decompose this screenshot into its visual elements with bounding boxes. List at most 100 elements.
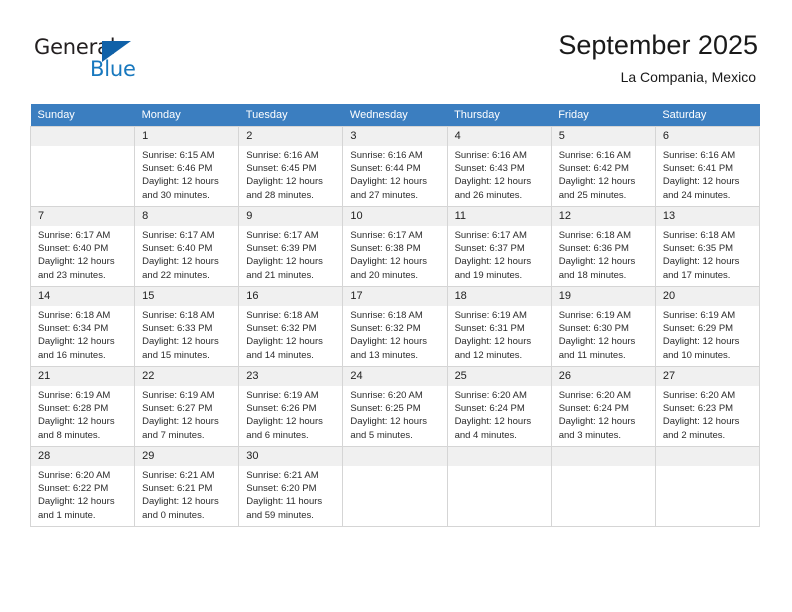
- calendar-day-cell[interactable]: 1 Sunrise: 6:15 AM Sunset: 6:46 PM Daylight…: [134, 126, 240, 207]
- calendar-day-cell[interactable]: 23 Sunrise: 6:19 AM Sunset: 6:26 PM Dayligh…: [238, 366, 344, 447]
- calendar-day-cell[interactable]: 27 Sunrise: 6:20 AM Sunset: 6:23 PM Dayligh…: [654, 366, 761, 447]
- calendar-cell-empty: [550, 446, 656, 527]
- calendar-cell-inner: 8 Sunrise: 6:17 AM Sunset: 6:40 PM Daylight…: [135, 207, 239, 282]
- calendar-day-cell[interactable]: 10 Sunrise: 6:17 AM Sunset: 6:38 PM Dayligh…: [342, 206, 448, 287]
- sunrise-text: Sunrise: 6:17 AM: [142, 230, 215, 241]
- daylight-text-line2: and 30 minutes.: [142, 189, 210, 201]
- day-number: 21: [31, 367, 135, 386]
- calendar-day-cell[interactable]: 11 Sunrise: 6:17 AM Sunset: 6:37 PM Dayligh…: [446, 206, 552, 287]
- calendar-day-cell[interactable]: 29 Sunrise: 6:21 AM Sunset: 6:21 PM Dayligh…: [134, 446, 240, 527]
- day-number: 15: [135, 287, 239, 306]
- calendar-day-cell[interactable]: 6 Sunrise: 6:16 AM Sunset: 6:41 PM Daylight…: [654, 126, 761, 207]
- sunrise-text: Sunrise: 6:21 AM: [246, 470, 319, 481]
- calendar-day-cell[interactable]: 19 Sunrise: 6:19 AM Sunset: 6:30 PM Dayligh…: [550, 286, 656, 367]
- daylight-text-line1: Daylight: 12 hours: [454, 256, 532, 268]
- calendar-day-cell[interactable]: 2 Sunrise: 6:16 AM Sunset: 6:45 PM Daylight…: [238, 126, 344, 207]
- sunset-text: Sunset: 6:37 PM: [454, 243, 525, 255]
- calendar-day-cell[interactable]: 16 Sunrise: 6:18 AM Sunset: 6:32 PM Dayligh…: [238, 286, 344, 367]
- daylight-text-line2: and 24 minutes.: [662, 189, 731, 201]
- sunrise-text: Sunrise: 6:18 AM: [38, 310, 111, 321]
- calendar-cell-inner: 6 Sunrise: 6:16 AM Sunset: 6:41 PM Daylight…: [655, 127, 759, 202]
- sunrise-text: Sunrise: 6:17 AM: [38, 230, 111, 241]
- calendar-cell-inner: 25 Sunrise: 6:20 AM Sunset: 6:24 PM Dayligh…: [447, 367, 551, 442]
- day-number: 23: [239, 367, 343, 386]
- calendar-day-cell[interactable]: 8 Sunrise: 6:17 AM Sunset: 6:40 PM Daylight…: [134, 206, 240, 287]
- daylight-text-line1: Daylight: 12 hours: [38, 256, 115, 268]
- sunrise-text: Sunrise: 6:20 AM: [454, 390, 527, 401]
- calendar-day-cell[interactable]: 13 Sunrise: 6:18 AM Sunset: 6:35 PM Dayligh…: [654, 206, 761, 287]
- daylight-text-line2: and 4 minutes.: [454, 429, 517, 441]
- calendar-day-cell[interactable]: 22 Sunrise: 6:19 AM Sunset: 6:27 PM Dayligh…: [134, 366, 240, 447]
- sunset-text: Sunset: 6:43 PM: [454, 163, 525, 175]
- calendar-cell-inner: 16 Sunrise: 6:18 AM Sunset: 6:32 PM Dayligh…: [239, 287, 343, 362]
- day-sun-info: Sunrise: 6:18 AM Sunset: 6:36 PM Daylight:…: [552, 226, 655, 282]
- calendar-day-cell[interactable]: 9 Sunrise: 6:17 AM Sunset: 6:39 PM Daylight…: [238, 206, 344, 287]
- calendar-cell-inner: [447, 447, 551, 466]
- daylight-text-line1: Daylight: 12 hours: [350, 336, 427, 348]
- calendar-day-cell[interactable]: 28 Sunrise: 6:20 AM Sunset: 6:22 PM Dayligh…: [29, 446, 136, 527]
- day-number: 22: [135, 367, 239, 386]
- calendar-cell-inner: 17 Sunrise: 6:18 AM Sunset: 6:32 PM Dayligh…: [343, 287, 447, 362]
- day-sun-info: Sunrise: 6:16 AM Sunset: 6:41 PM Daylight:…: [656, 146, 759, 202]
- calendar-day-cell[interactable]: 14 Sunrise: 6:18 AM Sunset: 6:34 PM Dayligh…: [29, 286, 136, 367]
- calendar-cell-empty: [654, 446, 761, 527]
- day-sun-info: Sunrise: 6:17 AM Sunset: 6:39 PM Daylight:…: [239, 226, 342, 282]
- title-block: September 2025 La Compania, Mexico: [558, 30, 758, 86]
- sunrise-text: Sunrise: 6:20 AM: [350, 390, 423, 401]
- calendar-week-row: 1 Sunrise: 6:15 AM Sunset: 6:46 PM Daylight…: [29, 126, 761, 207]
- sunrise-text: Sunrise: 6:18 AM: [662, 230, 736, 241]
- daylight-text-line2: and 14 minutes.: [246, 349, 314, 361]
- day-sun-info: Sunrise: 6:18 AM Sunset: 6:32 PM Daylight:…: [343, 306, 446, 362]
- day-number: 13: [655, 207, 759, 226]
- daylight-text-line2: and 22 minutes.: [142, 269, 210, 281]
- sunrise-text: Sunrise: 6:19 AM: [454, 310, 527, 321]
- daylight-text-line1: Daylight: 12 hours: [142, 416, 219, 428]
- calendar-day-cell[interactable]: 20 Sunrise: 6:19 AM Sunset: 6:29 PM Dayligh…: [654, 286, 761, 367]
- calendar-day-cell[interactable]: 7 Sunrise: 6:17 AM Sunset: 6:40 PM Daylight…: [29, 206, 136, 287]
- day-sun-info: Sunrise: 6:17 AM Sunset: 6:40 PM Daylight:…: [135, 226, 238, 282]
- day-number: 12: [551, 207, 655, 226]
- calendar-day-cell[interactable]: 5 Sunrise: 6:16 AM Sunset: 6:42 PM Daylight…: [550, 126, 656, 207]
- calendar-cell-inner: 18 Sunrise: 6:19 AM Sunset: 6:31 PM Dayligh…: [447, 287, 551, 362]
- calendar-day-cell[interactable]: 18 Sunrise: 6:19 AM Sunset: 6:31 PM Dayligh…: [446, 286, 552, 367]
- daylight-text-line1: Daylight: 12 hours: [142, 256, 219, 268]
- calendar-day-cell[interactable]: 30 Sunrise: 6:21 AM Sunset: 6:20 PM Dayligh…: [238, 446, 344, 527]
- sunset-text: Sunset: 6:44 PM: [350, 163, 421, 175]
- calendar-day-cell[interactable]: 12 Sunrise: 6:18 AM Sunset: 6:36 PM Dayligh…: [550, 206, 656, 287]
- calendar-cell-inner: 11 Sunrise: 6:17 AM Sunset: 6:37 PM Dayligh…: [447, 207, 551, 282]
- weekday-header-monday: Monday: [134, 104, 239, 127]
- daylight-text-line1: Daylight: 12 hours: [454, 336, 532, 348]
- day-sun-info: Sunrise: 6:20 AM Sunset: 6:22 PM Daylight:…: [31, 466, 134, 522]
- calendar-day-cell[interactable]: 17 Sunrise: 6:18 AM Sunset: 6:32 PM Dayligh…: [342, 286, 448, 367]
- daylight-text-line2: and 10 minutes.: [662, 349, 731, 361]
- calendar-day-cell[interactable]: 15 Sunrise: 6:18 AM Sunset: 6:33 PM Dayligh…: [134, 286, 240, 367]
- calendar-cell-inner: 24 Sunrise: 6:20 AM Sunset: 6:25 PM Dayligh…: [343, 367, 447, 442]
- calendar-day-cell[interactable]: 4 Sunrise: 6:16 AM Sunset: 6:43 PM Daylight…: [446, 126, 552, 207]
- calendar-cell-inner: 27 Sunrise: 6:20 AM Sunset: 6:23 PM Dayligh…: [655, 367, 759, 442]
- calendar-cell-inner: 5 Sunrise: 6:16 AM Sunset: 6:42 PM Daylight…: [551, 127, 655, 202]
- weekday-header-saturday: Saturday: [655, 104, 760, 127]
- day-sun-info: Sunrise: 6:18 AM Sunset: 6:34 PM Daylight:…: [31, 306, 134, 362]
- sunset-text: Sunset: 6:45 PM: [246, 163, 317, 175]
- sunset-text: Sunset: 6:46 PM: [142, 163, 213, 175]
- sunrise-text: Sunrise: 6:18 AM: [350, 310, 423, 321]
- sunset-text: Sunset: 6:33 PM: [142, 323, 213, 335]
- calendar-day-cell[interactable]: 26 Sunrise: 6:20 AM Sunset: 6:24 PM Dayligh…: [550, 366, 656, 447]
- sunrise-text: Sunrise: 6:16 AM: [246, 150, 319, 161]
- calendar-day-cell[interactable]: 21 Sunrise: 6:19 AM Sunset: 6:28 PM Dayligh…: [29, 366, 136, 447]
- day-number: 5: [551, 127, 655, 146]
- calendar-cell-inner: 12 Sunrise: 6:18 AM Sunset: 6:36 PM Dayligh…: [551, 207, 655, 282]
- calendar-day-cell[interactable]: 3 Sunrise: 6:16 AM Sunset: 6:44 PM Daylight…: [342, 126, 448, 207]
- day-sun-info: Sunrise: 6:19 AM Sunset: 6:27 PM Daylight:…: [135, 386, 238, 442]
- calendar-day-cell[interactable]: 24 Sunrise: 6:20 AM Sunset: 6:25 PM Dayligh…: [342, 366, 448, 447]
- calendar-week-row: 7 Sunrise: 6:17 AM Sunset: 6:40 PM Daylight…: [29, 206, 761, 287]
- daylight-text-line1: Daylight: 12 hours: [246, 176, 323, 188]
- day-sun-info: Sunrise: 6:21 AM Sunset: 6:20 PM Daylight:…: [239, 466, 342, 522]
- calendar-day-cell[interactable]: 25 Sunrise: 6:20 AM Sunset: 6:24 PM Dayligh…: [446, 366, 552, 447]
- day-number: 29: [135, 447, 239, 466]
- sunset-text: Sunset: 6:27 PM: [142, 403, 213, 415]
- sunrise-text: Sunrise: 6:20 AM: [662, 390, 736, 401]
- daylight-text-line1: Daylight: 12 hours: [246, 416, 323, 428]
- calendar-cell-inner: 26 Sunrise: 6:20 AM Sunset: 6:24 PM Dayligh…: [551, 367, 655, 442]
- sunset-text: Sunset: 6:40 PM: [142, 243, 213, 255]
